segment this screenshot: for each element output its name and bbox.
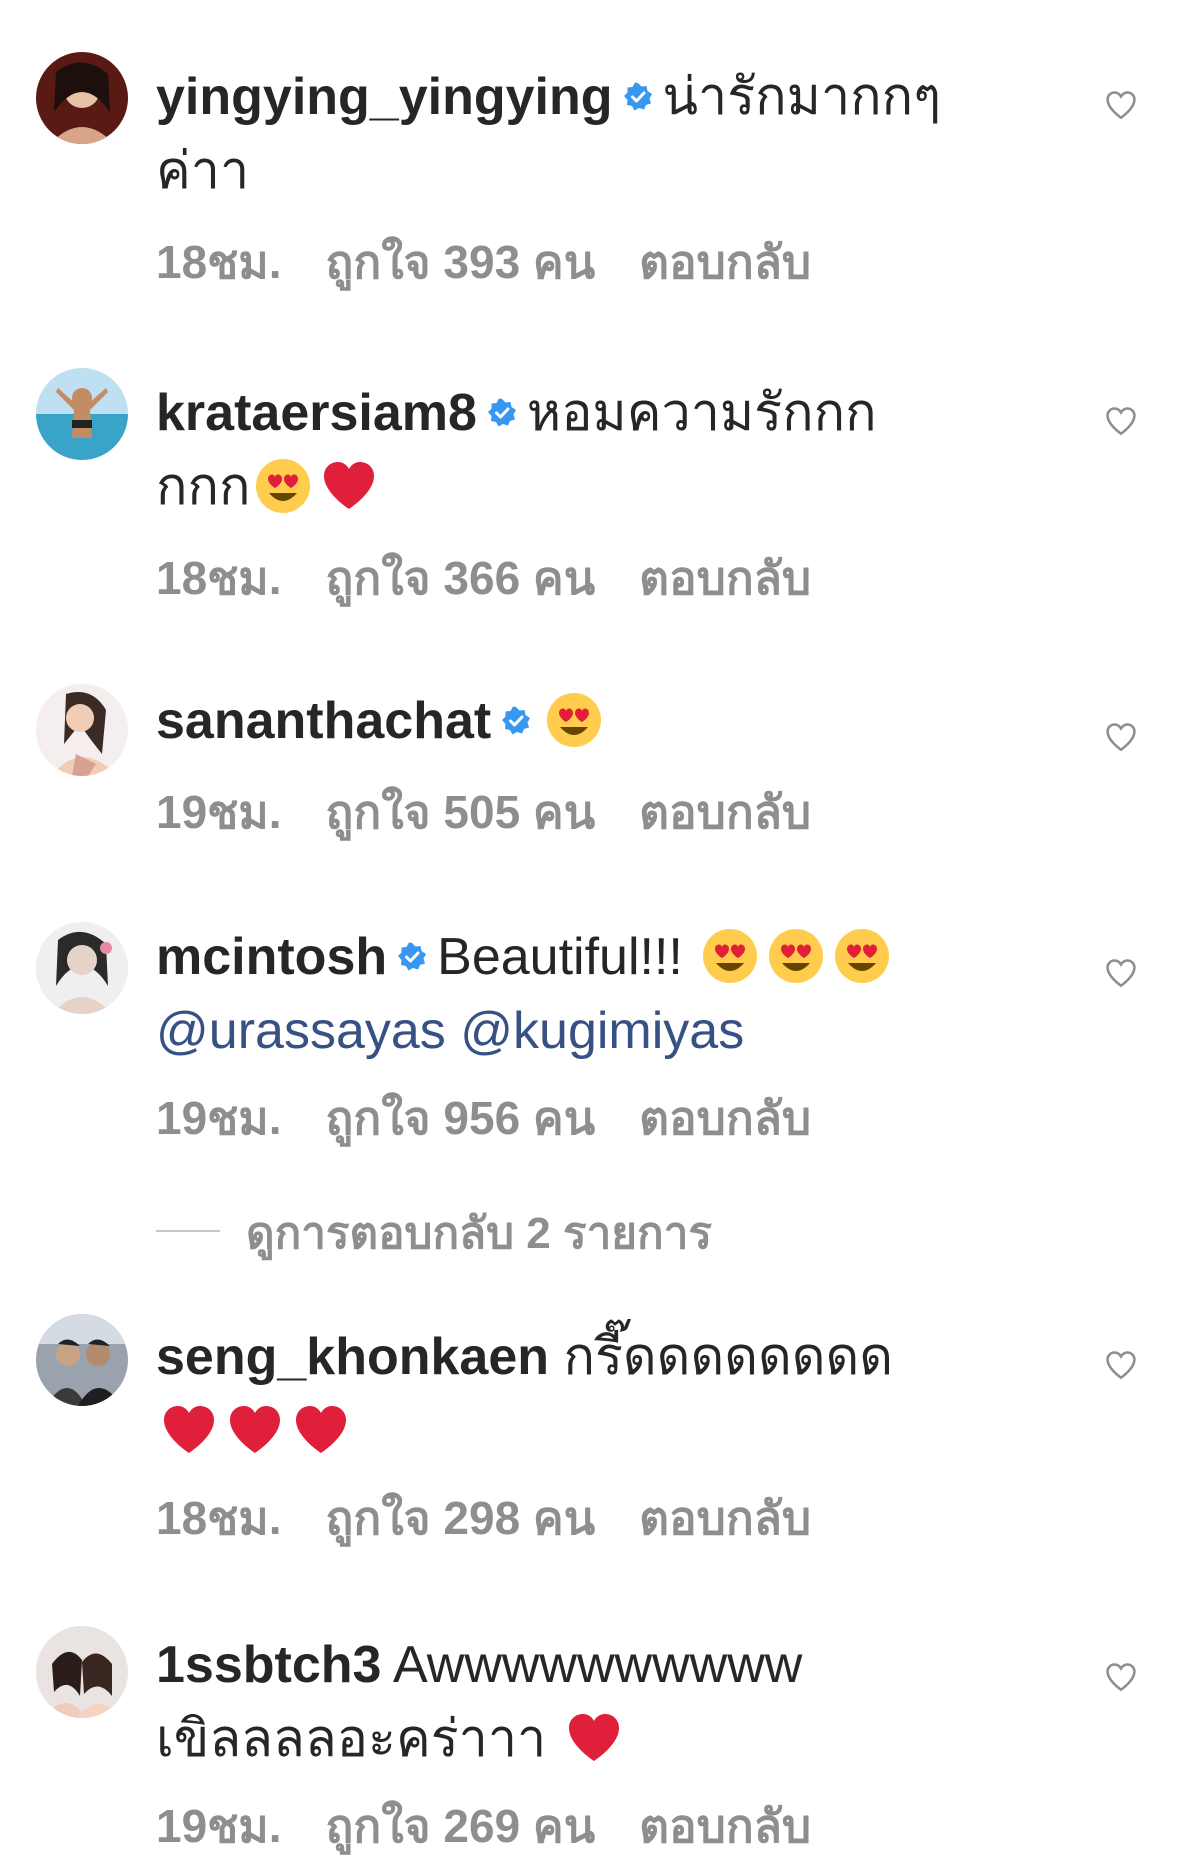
comment-meta: 18ชม. ถูกใจ 393 คน ตอบกลับ: [156, 226, 855, 299]
avatar[interactable]: [36, 1626, 128, 1718]
comment-text: yingying_yingying น่ารักมากกๆ ค่าา: [156, 60, 1016, 208]
timestamp[interactable]: 18ชม.: [156, 552, 282, 604]
reply-button[interactable]: ตอบกลับ: [639, 1800, 811, 1852]
comment-body: Beautiful!!!: [437, 928, 683, 986]
comment-text: seng_khonkaen กรี๊ดดดดดดดด: [156, 1320, 1016, 1468]
likes-count[interactable]: ถูกใจ 505 คน: [326, 786, 596, 838]
comment-body: หอมความรักกก: [526, 384, 877, 442]
view-replies-label: ดูการตอบกลับ 2 รายการ: [246, 1209, 713, 1258]
comment-text: krataersiam8 หอมความรักกก กกก: [156, 376, 1016, 524]
heart-outline-icon[interactable]: [1104, 720, 1138, 754]
heart-outline-icon[interactable]: [1104, 1348, 1138, 1382]
timestamp[interactable]: 18ชม.: [156, 1492, 282, 1544]
comment-text: sananthachat: [156, 684, 1016, 758]
avatar[interactable]: [36, 52, 128, 144]
comments-feed: yingying_yingying น่ารักมากกๆ ค่าา 18ชม. ถ…: [0, 0, 1200, 1876]
red-heart-emoji: [226, 1401, 284, 1459]
view-replies-button[interactable]: ดูการตอบกลับ 2 รายการ: [156, 1198, 712, 1268]
red-heart-emoji: [160, 1401, 218, 1459]
comment-body: กรี๊ดดดดดดดด: [563, 1328, 894, 1386]
reply-button[interactable]: ตอบกลับ: [639, 1092, 811, 1144]
timestamp[interactable]: 19ชม.: [156, 786, 282, 838]
username-link[interactable]: seng_khonkaen: [156, 1328, 549, 1386]
red-heart-emoji: [320, 457, 378, 515]
heart-eyes-emoji: [254, 457, 312, 515]
username-link[interactable]: mcintosh: [156, 928, 387, 986]
reply-divider: [156, 1230, 220, 1233]
avatar[interactable]: [36, 684, 128, 776]
red-heart-emoji: [565, 1709, 623, 1767]
comment-text: mcintosh Beautiful!!! @urassayas @kugimiy…: [156, 920, 1016, 1068]
comment-meta: 19ชม. ถูกใจ 956 คน ตอบกลับ: [156, 1082, 855, 1155]
comment-body: ค่าา: [156, 142, 250, 200]
likes-count[interactable]: ถูกใจ 269 คน: [326, 1800, 596, 1852]
comment-body: Awwwwwwwwww: [393, 1636, 803, 1694]
username-link[interactable]: sananthachat: [156, 692, 491, 750]
heart-eyes-emoji: [545, 691, 603, 749]
reply-button[interactable]: ตอบกลับ: [639, 1492, 811, 1544]
verified-badge-icon: [397, 942, 427, 972]
comment-meta: 18ชม. ถูกใจ 366 คน ตอบกลับ: [156, 542, 855, 615]
verified-badge-icon: [623, 82, 653, 112]
comment-meta: 18ชม. ถูกใจ 298 คน ตอบกลับ: [156, 1482, 855, 1555]
mention-link[interactable]: @urassayas: [156, 1002, 446, 1060]
username-link[interactable]: 1ssbtch3: [156, 1636, 381, 1694]
heart-outline-icon[interactable]: [1104, 1660, 1138, 1694]
reply-button[interactable]: ตอบกลับ: [639, 552, 811, 604]
timestamp[interactable]: 19ชม.: [156, 1092, 282, 1144]
verified-badge-icon: [487, 398, 517, 428]
red-heart-emoji: [292, 1401, 350, 1459]
likes-count[interactable]: ถูกใจ 956 คน: [326, 1092, 596, 1144]
comment-body: เขิลลลลอะคร่าาา: [156, 1710, 547, 1768]
comment-meta: 19ชม. ถูกใจ 505 คน ตอบกลับ: [156, 776, 855, 849]
timestamp[interactable]: 19ชม.: [156, 1800, 282, 1852]
avatar[interactable]: [36, 368, 128, 460]
mention-link[interactable]: @kugimiyas: [460, 1002, 744, 1060]
heart-outline-icon[interactable]: [1104, 404, 1138, 438]
reply-button[interactable]: ตอบกลับ: [639, 236, 811, 288]
verified-badge-icon: [501, 706, 531, 736]
heart-outline-icon[interactable]: [1104, 88, 1138, 122]
username-link[interactable]: krataersiam8: [156, 384, 477, 442]
avatar[interactable]: [36, 1314, 128, 1406]
heart-outline-icon[interactable]: [1104, 956, 1138, 990]
username-link[interactable]: yingying_yingying: [156, 68, 613, 126]
timestamp[interactable]: 18ชม.: [156, 236, 282, 288]
avatar[interactable]: [36, 922, 128, 1014]
heart-eyes-emoji: [833, 927, 891, 985]
comment-body: กกก: [156, 458, 251, 516]
likes-count[interactable]: ถูกใจ 298 คน: [326, 1492, 596, 1544]
heart-eyes-emoji: [701, 927, 759, 985]
likes-count[interactable]: ถูกใจ 393 คน: [326, 236, 596, 288]
likes-count[interactable]: ถูกใจ 366 คน: [326, 552, 596, 604]
comment-body: น่ารักมากกๆ: [662, 68, 942, 126]
reply-button[interactable]: ตอบกลับ: [639, 786, 811, 838]
comment-meta: 19ชม. ถูกใจ 269 คน ตอบกลับ: [156, 1790, 855, 1863]
heart-eyes-emoji: [767, 927, 825, 985]
comment-text: 1ssbtch3 Awwwwwwwwww เขิลลลลอะคร่าาา: [156, 1628, 1016, 1776]
